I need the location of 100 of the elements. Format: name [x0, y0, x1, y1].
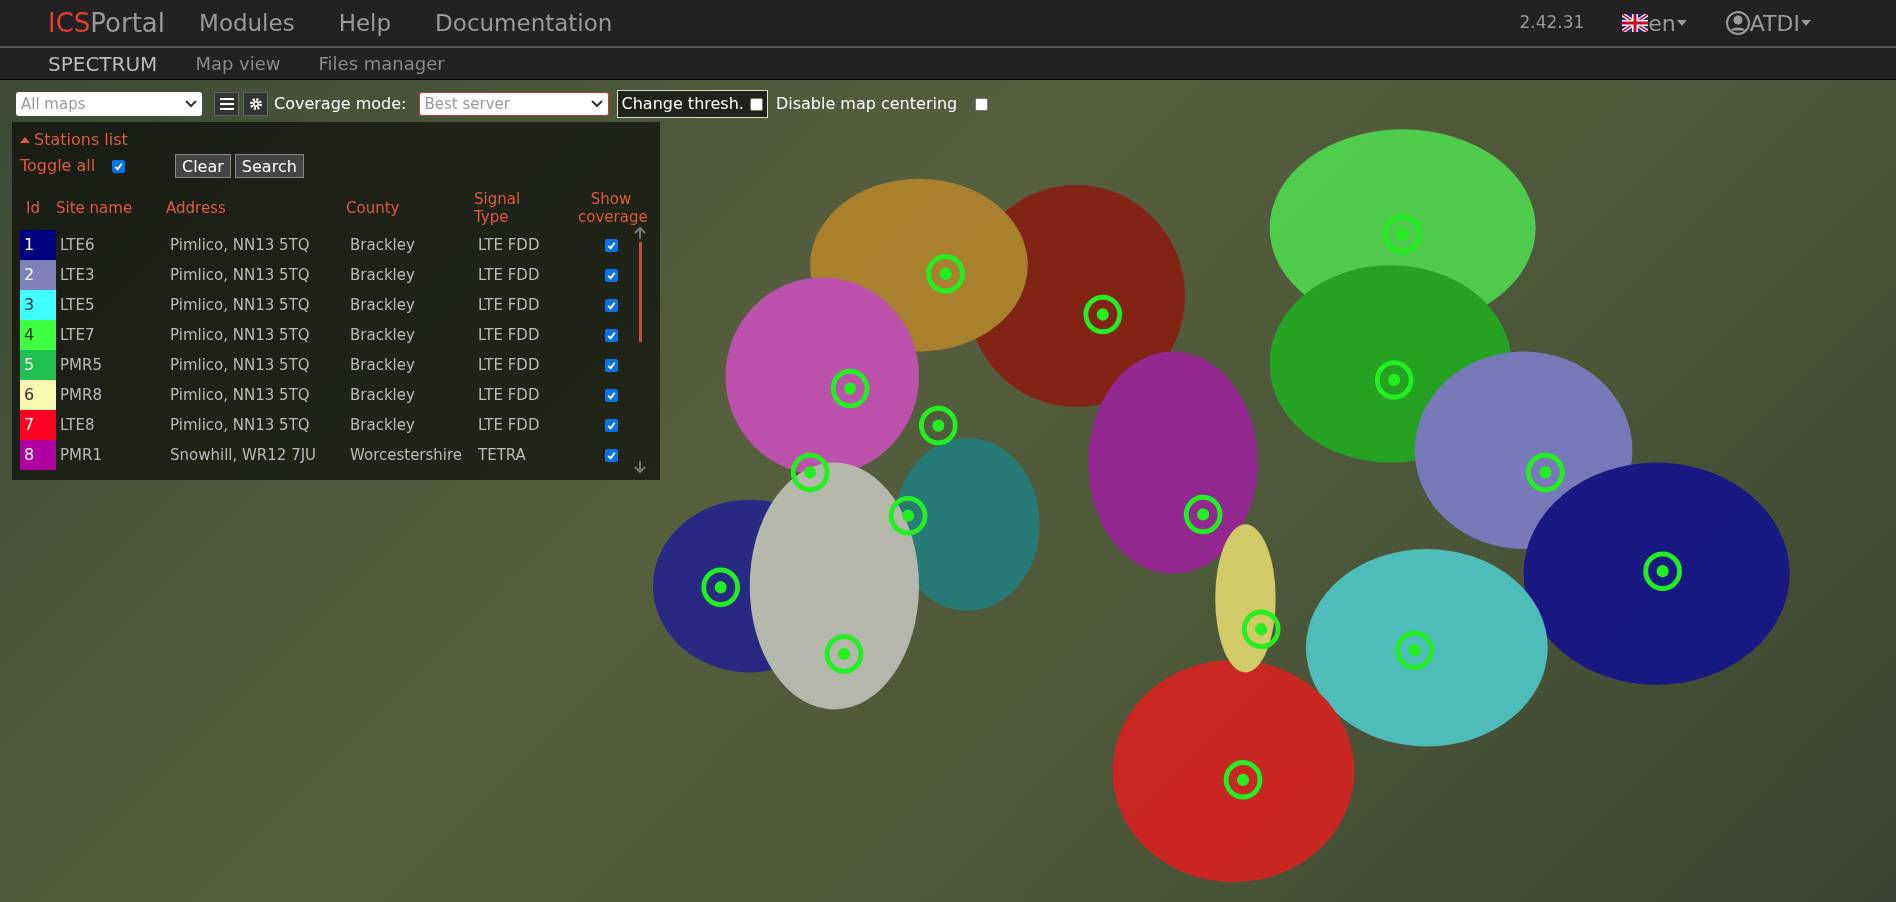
checkbox[interactable] [604, 388, 618, 402]
brand-logo[interactable]: ICSPortal [48, 3, 166, 43]
station-id: 5 [20, 350, 56, 380]
caret-icon [1800, 19, 1812, 27]
checkbox[interactable] [604, 358, 618, 372]
station-marker-icon[interactable] [918, 405, 958, 446]
station-id: 8 [20, 440, 56, 470]
column-header[interactable]: Id [20, 199, 56, 217]
table-cell-text: LTE FDD [477, 384, 541, 406]
language-menu[interactable]: en [1622, 6, 1688, 40]
table-cell-text: Worcestershire [349, 444, 464, 466]
table-cell-text: LTE FDD [477, 414, 541, 436]
column-header[interactable]: Address [166, 199, 346, 217]
station-id: 7 [20, 410, 56, 440]
table-cell-text: Pimlico, NN13 5TQ [169, 234, 311, 256]
map-select[interactable]: All maps [16, 92, 202, 116]
station-marker-icon[interactable] [830, 368, 870, 409]
table-cell-text: Pimlico, NN13 5TQ [169, 294, 311, 316]
map-photo[interactable] [0, 80, 1896, 902]
station-marker-icon[interactable] [1183, 494, 1223, 535]
flag-icon [1622, 14, 1649, 32]
user-icon [1725, 11, 1750, 35]
station-id: 1 [20, 230, 56, 260]
station-marker-icon[interactable] [701, 567, 741, 607]
checkbox[interactable] [604, 328, 618, 342]
table-cell-text: Brackley [349, 354, 416, 376]
nav-menu-item[interactable]: Help [338, 5, 392, 41]
table-cell-text: PMR5 [59, 354, 103, 376]
caret-icon [1675, 19, 1688, 27]
station-marker-icon[interactable] [888, 495, 928, 536]
settings-icon [248, 97, 263, 111]
caret-up-icon [20, 136, 30, 144]
coverage-mode-label: Coverage mode: [274, 93, 407, 115]
subnav-tab[interactable]: Map view [195, 50, 281, 77]
station-marker-icon[interactable] [1525, 452, 1565, 493]
table-cell-text: LTE5 [59, 294, 96, 316]
checkbox[interactable] [604, 268, 618, 282]
subnav-tab[interactable]: SPECTRUM [48, 48, 158, 79]
station-id: 4 [20, 320, 56, 350]
disable-centering-label: Disable map centering [775, 93, 958, 115]
table-cell-text: Brackley [349, 384, 416, 406]
checkbox[interactable] [604, 298, 618, 312]
user-menu[interactable]: ATDI [1725, 6, 1812, 40]
station-marker-icon[interactable] [1643, 551, 1682, 591]
chevron-down-icon [185, 100, 197, 108]
station-marker-icon[interactable] [790, 452, 830, 493]
table-cell-text: Pimlico, NN13 5TQ [169, 354, 311, 376]
settings-button[interactable] [243, 92, 268, 116]
panel-button[interactable]: Search [234, 154, 304, 178]
column-header[interactable]: County [346, 199, 474, 217]
station-id: 3 [20, 290, 56, 320]
station-marker-icon[interactable] [1241, 609, 1281, 649]
station-marker-icon[interactable] [1395, 630, 1435, 670]
table-cell-text: LTE8 [59, 414, 96, 436]
table-cell-text: Pimlico, NN13 5TQ [169, 324, 311, 346]
change-threshold-toggle[interactable]: Change thresh. [616, 90, 768, 118]
table-cell-text: Brackley [349, 264, 416, 286]
arrow-down-icon[interactable] [634, 460, 646, 474]
table-cell-text: LTE7 [59, 324, 96, 346]
station-marker-icon[interactable] [1383, 214, 1423, 254]
version-label: 2.42.31 [1519, 11, 1585, 35]
table-cell-text: LTE3 [59, 264, 96, 286]
station-marker-icon[interactable] [824, 634, 864, 674]
checkbox[interactable] [749, 97, 763, 111]
table-cell-text: Brackley [349, 414, 416, 436]
checkbox[interactable] [604, 448, 618, 462]
table-cell-text: LTE FDD [477, 294, 541, 316]
station-marker-icon[interactable] [1083, 294, 1123, 335]
table-cell-text: Pimlico, NN13 5TQ [169, 414, 311, 436]
scrollbar[interactable] [634, 226, 646, 474]
stations-list-header[interactable]: Stations list [20, 128, 652, 152]
arrow-up-icon[interactable] [634, 226, 646, 240]
table-cell-text: PMR8 [59, 384, 103, 406]
checkbox[interactable] [112, 159, 125, 173]
station-id: 2 [20, 260, 56, 290]
table-cell-text: LTE FDD [477, 354, 541, 376]
panel-button[interactable]: Clear [175, 154, 231, 178]
table-cell-text: LTE FDD [477, 264, 541, 286]
station-marker-icon[interactable] [926, 254, 965, 294]
chevron-down-icon [590, 100, 603, 108]
station-marker-icon[interactable] [1223, 760, 1263, 800]
table-cell-text: Brackley [349, 324, 416, 346]
nav-menu-item[interactable]: Documentation [435, 5, 613, 41]
column-header[interactable]: Signal Type [474, 190, 534, 226]
station-marker-icon[interactable] [1374, 360, 1414, 400]
toggle-all-label: Toggle all [20, 155, 97, 177]
nav-menu-item[interactable]: Modules [199, 5, 295, 41]
checkbox[interactable] [975, 97, 989, 111]
list-button[interactable] [214, 92, 239, 116]
subnav-tab[interactable]: Files manager [318, 50, 445, 77]
table-cell-text: LTE FDD [477, 234, 541, 256]
column-header[interactable]: Site name [56, 199, 166, 217]
table-cell-text: Pimlico, NN13 5TQ [169, 264, 311, 286]
station-id: 6 [20, 380, 56, 410]
table-cell-text: PMR1 [59, 444, 103, 466]
table-cell-text: LTE6 [59, 234, 96, 256]
checkbox[interactable] [604, 418, 618, 432]
menu-icon [219, 98, 234, 110]
coverage-mode-select[interactable]: Best server [418, 92, 609, 116]
checkbox[interactable] [604, 238, 618, 252]
